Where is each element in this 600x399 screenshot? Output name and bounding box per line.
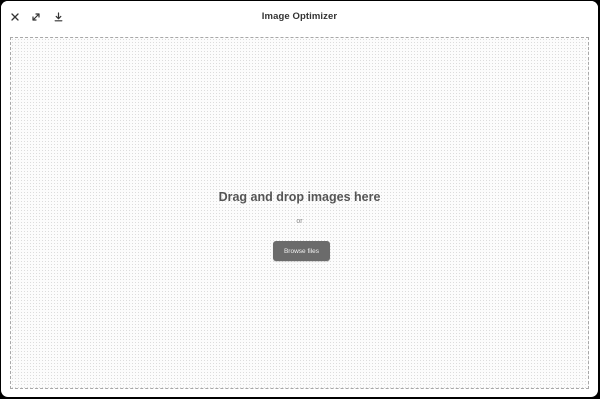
drop-separator: or <box>296 218 303 225</box>
app-window: Image Optimizer Drag and drop images her… <box>1 1 598 397</box>
titlebar: Image Optimizer <box>1 1 598 33</box>
window-title: Image Optimizer <box>261 11 338 22</box>
drop-heading: Drag and drop images here <box>218 190 381 204</box>
drop-zone[interactable]: Drag and drop images here or Browse file… <box>10 37 589 389</box>
browse-files-button[interactable]: Browse files <box>273 241 330 261</box>
